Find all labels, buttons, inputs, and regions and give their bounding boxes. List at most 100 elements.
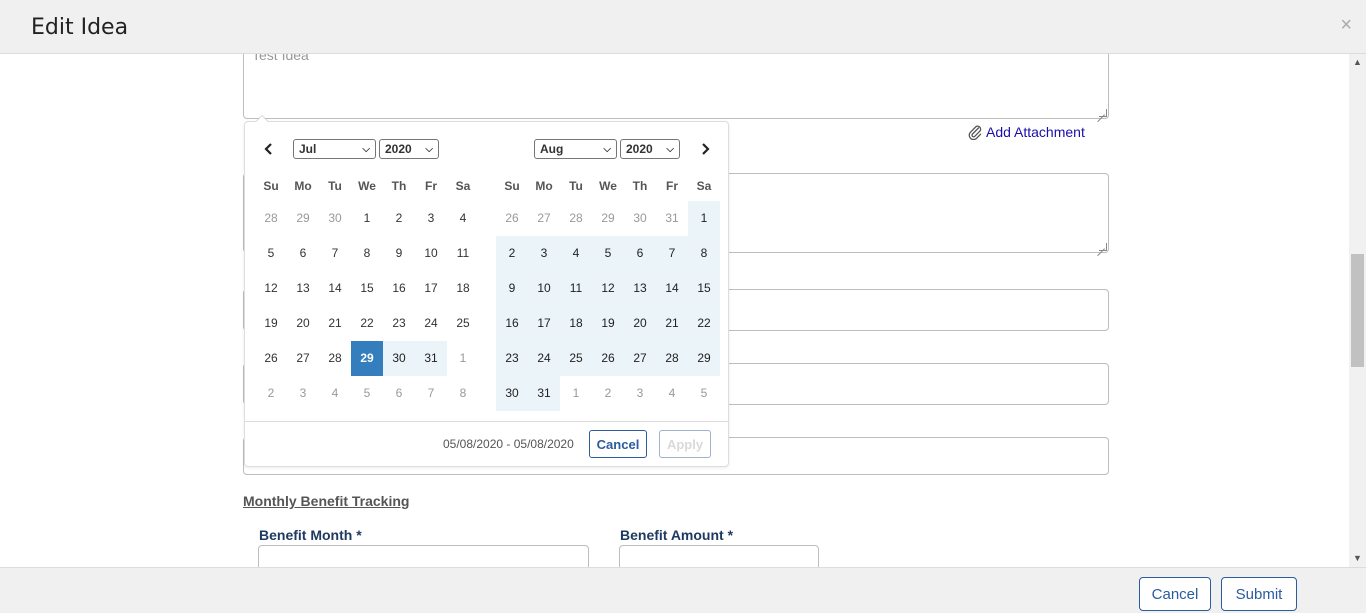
calendar-day[interactable]: 7 (415, 376, 447, 411)
calendar-day[interactable]: 10 (528, 271, 560, 306)
calendar-day[interactable]: 21 (319, 306, 351, 341)
calendar-day[interactable]: 18 (447, 271, 479, 306)
calendar-day[interactable]: 8 (447, 376, 479, 411)
submit-button[interactable]: Submit (1221, 577, 1297, 611)
calendar-day[interactable]: 15 (351, 271, 383, 306)
calendar-day[interactable]: 13 (287, 271, 319, 306)
cancel-button[interactable]: Cancel (1139, 577, 1211, 611)
calendar-day[interactable]: 2 (383, 201, 415, 236)
calendar-day[interactable]: 30 (383, 341, 415, 376)
calendar-day[interactable]: 19 (255, 306, 287, 341)
calendar-day[interactable]: 11 (447, 236, 479, 271)
calendar-day[interactable]: 26 (496, 201, 528, 236)
calendar-day[interactable]: 1 (351, 201, 383, 236)
calendar-day[interactable]: 27 (528, 201, 560, 236)
calendar-day[interactable]: 14 (656, 271, 688, 306)
calendar-day[interactable]: 5 (351, 376, 383, 411)
calendar-day[interactable]: 3 (287, 376, 319, 411)
calendar-day[interactable]: 31 (415, 341, 447, 376)
calendar-day[interactable]: 20 (624, 306, 656, 341)
scroll-up-icon[interactable]: ▲ (1349, 54, 1366, 71)
calendar-day[interactable]: 8 (351, 236, 383, 271)
calendar-day[interactable]: 15 (688, 271, 720, 306)
calendar-day[interactable]: 7 (319, 236, 351, 271)
calendar-day[interactable]: 6 (383, 376, 415, 411)
calendar-day[interactable]: 6 (287, 236, 319, 271)
calendar-day[interactable]: 22 (688, 306, 720, 341)
calendar-day[interactable]: 3 (624, 376, 656, 411)
calendar-day[interactable]: 5 (688, 376, 720, 411)
calendar-day[interactable]: 28 (255, 201, 287, 236)
datepicker-cancel-button[interactable]: Cancel (589, 430, 647, 458)
calendar-day[interactable]: 26 (592, 341, 624, 376)
calendar-day[interactable]: 28 (656, 341, 688, 376)
calendar-day[interactable]: 20 (287, 306, 319, 341)
month-select[interactable]: Aug ⌵ (534, 139, 617, 159)
calendar-day[interactable]: 30 (496, 376, 528, 411)
calendar-day[interactable]: 5 (592, 236, 624, 271)
year-select[interactable]: 2020 ⌵ (379, 139, 439, 159)
calendar-day[interactable]: 6 (624, 236, 656, 271)
add-attachment-link[interactable]: Add Attachment (968, 124, 1085, 140)
calendar-day[interactable]: 7 (656, 236, 688, 271)
calendar-day[interactable]: 28 (560, 201, 592, 236)
calendar-day[interactable]: 25 (560, 341, 592, 376)
calendar-day[interactable]: 30 (624, 201, 656, 236)
calendar-day[interactable]: 10 (415, 236, 447, 271)
calendar-day[interactable]: 29 (592, 201, 624, 236)
calendar-day[interactable]: 1 (560, 376, 592, 411)
calendar-day[interactable]: 27 (624, 341, 656, 376)
close-icon[interactable]: × (1340, 14, 1352, 36)
scroll-thumb[interactable] (1351, 254, 1364, 367)
calendar-day[interactable]: 26 (255, 341, 287, 376)
month-select[interactable]: Jul ⌵ (293, 139, 376, 159)
calendar-day[interactable]: 3 (528, 236, 560, 271)
calendar-day[interactable]: 11 (560, 271, 592, 306)
calendar-day[interactable]: 2 (255, 376, 287, 411)
benefit-amount-input[interactable] (619, 545, 819, 567)
chevron-left-icon[interactable] (259, 139, 279, 159)
calendar-day[interactable]: 1 (688, 201, 720, 236)
calendar-day[interactable]: 8 (688, 236, 720, 271)
calendar-day[interactable]: 2 (496, 236, 528, 271)
calendar-day[interactable]: 5 (255, 236, 287, 271)
calendar-day[interactable]: 24 (528, 341, 560, 376)
calendar-day[interactable]: 4 (319, 376, 351, 411)
datepicker-apply-button[interactable]: Apply (659, 430, 711, 458)
year-select[interactable]: 2020 ⌵ (620, 139, 680, 159)
calendar-day[interactable]: 13 (624, 271, 656, 306)
calendar-day[interactable]: 14 (319, 271, 351, 306)
calendar-day[interactable]: 31 (656, 201, 688, 236)
calendar-day[interactable]: 23 (496, 341, 528, 376)
calendar-day[interactable]: 16 (383, 271, 415, 306)
calendar-day[interactable]: 12 (592, 271, 624, 306)
calendar-day[interactable]: 9 (496, 271, 528, 306)
calendar-day[interactable]: 19 (592, 306, 624, 341)
vertical-scrollbar[interactable]: ▲ ▼ (1349, 54, 1366, 567)
calendar-day[interactable]: 29 (351, 341, 383, 376)
calendar-day[interactable]: 4 (656, 376, 688, 411)
resize-grip-icon[interactable] (1099, 109, 1107, 117)
calendar-day[interactable]: 30 (319, 201, 351, 236)
calendar-day[interactable]: 29 (688, 341, 720, 376)
resize-grip-icon[interactable] (1099, 243, 1107, 251)
calendar-day[interactable]: 24 (415, 306, 447, 341)
scroll-down-icon[interactable]: ▼ (1349, 550, 1366, 567)
benefit-month-input[interactable] (258, 545, 589, 567)
calendar-day[interactable]: 23 (383, 306, 415, 341)
calendar-day[interactable]: 3 (415, 201, 447, 236)
calendar-day[interactable]: 25 (447, 306, 479, 341)
calendar-day[interactable]: 4 (560, 236, 592, 271)
calendar-day[interactable]: 2 (592, 376, 624, 411)
calendar-day[interactable]: 16 (496, 306, 528, 341)
calendar-day[interactable]: 27 (287, 341, 319, 376)
calendar-day[interactable]: 28 (319, 341, 351, 376)
calendar-day[interactable]: 17 (528, 306, 560, 341)
calendar-day[interactable]: 12 (255, 271, 287, 306)
calendar-day[interactable]: 31 (528, 376, 560, 411)
calendar-day[interactable]: 1 (447, 341, 479, 376)
chevron-right-icon[interactable] (695, 139, 715, 159)
calendar-day[interactable]: 17 (415, 271, 447, 306)
calendar-day[interactable]: 18 (560, 306, 592, 341)
description-textarea[interactable]: Test Idea (243, 54, 1109, 119)
